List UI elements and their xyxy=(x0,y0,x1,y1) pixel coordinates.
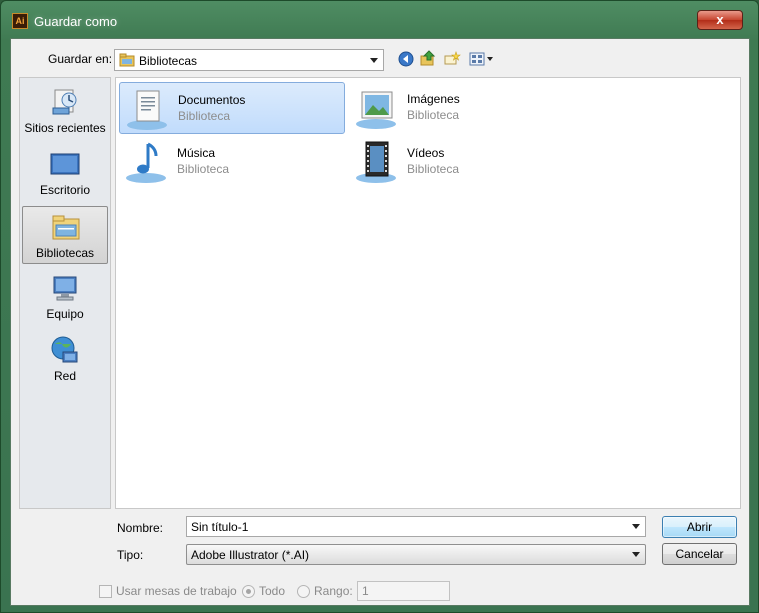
place-network-label: Red xyxy=(53,369,76,383)
place-desktop-label: Escritorio xyxy=(39,183,90,197)
close-icon: x xyxy=(716,12,724,27)
range-radio[interactable] xyxy=(297,585,310,598)
illustrator-app-icon: Ai xyxy=(12,13,28,29)
music-library-icon xyxy=(126,142,166,183)
list-item-documentos[interactable]: Documentos Biblioteca xyxy=(119,82,345,134)
save-as-dialog: Ai Guardar como x Guardar en: Biblioteca… xyxy=(0,0,759,613)
file-type-select[interactable]: Adobe Illustrator (*.AI) xyxy=(186,544,646,565)
save-in-label: Guardar en: xyxy=(48,52,113,66)
up-folder-icon[interactable] xyxy=(419,50,437,68)
place-libraries[interactable]: Bibliotecas xyxy=(22,206,108,264)
desktop-icon xyxy=(50,153,80,175)
item-name: Música xyxy=(177,146,216,160)
place-libraries-label: Bibliotecas xyxy=(35,246,95,260)
file-name-combobox[interactable]: Sin título-1 xyxy=(186,516,646,537)
dialog-client-area: Guardar en: Bibliotecas Sitios recientes… xyxy=(10,38,750,606)
list-item-musica[interactable]: Música Biblioteca xyxy=(119,136,345,188)
window-title: Guardar como xyxy=(34,14,118,29)
range-field[interactable]: 1 xyxy=(357,581,450,601)
chevron-down-icon xyxy=(632,552,640,557)
save-in-value: Bibliotecas xyxy=(139,54,198,68)
view-menu-icon[interactable] xyxy=(469,50,497,68)
libraries-icon xyxy=(52,215,80,240)
chevron-down-icon xyxy=(632,524,640,529)
file-type-value: Adobe Illustrator (*.AI) xyxy=(191,548,310,562)
network-icon xyxy=(51,336,78,363)
artboards-checkbox[interactable] xyxy=(99,585,112,598)
item-name: Imágenes xyxy=(407,92,460,106)
file-name-label: Nombre: xyxy=(117,521,164,535)
recent-places-icon xyxy=(52,89,77,115)
item-type: Biblioteca xyxy=(177,162,230,176)
all-radio[interactable] xyxy=(242,585,255,598)
videos-library-icon xyxy=(356,141,396,183)
close-button[interactable]: x xyxy=(697,10,743,30)
place-computer[interactable]: Equipo xyxy=(22,268,108,326)
documents-library-icon xyxy=(127,90,167,130)
item-type: Biblioteca xyxy=(178,109,231,123)
computer-icon xyxy=(53,276,77,301)
all-label: Todo xyxy=(259,584,286,598)
libraries-folder-icon xyxy=(119,53,135,67)
places-bar: Sitios recientes Escritorio Bibliotecas xyxy=(19,77,111,509)
new-folder-icon[interactable] xyxy=(443,50,461,68)
item-name: Vídeos xyxy=(407,146,445,160)
place-network[interactable]: Red xyxy=(22,330,108,388)
title-bar[interactable]: Ai Guardar como x xyxy=(1,1,758,37)
item-name: Documentos xyxy=(178,93,246,107)
place-recent[interactable]: Sitios recientes xyxy=(22,82,108,140)
place-computer-label: Equipo xyxy=(46,307,84,321)
chevron-down-icon xyxy=(370,58,378,63)
back-icon[interactable] xyxy=(397,50,415,68)
file-name-value: Sin título-1 xyxy=(191,520,249,534)
list-item-imagenes[interactable]: Imágenes Biblioteca xyxy=(349,82,575,134)
range-value: 1 xyxy=(362,584,369,598)
place-recent-label: Sitios recientes xyxy=(24,121,106,135)
list-item-videos[interactable]: Vídeos Biblioteca xyxy=(349,136,575,188)
open-button[interactable]: Abrir xyxy=(662,516,737,538)
place-desktop[interactable]: Escritorio xyxy=(22,144,108,202)
file-type-label: Tipo: xyxy=(117,548,144,562)
pictures-library-icon xyxy=(356,91,396,129)
file-list[interactable]: Documentos Biblioteca Imágenes Bibliotec… xyxy=(115,77,741,509)
cancel-button[interactable]: Cancelar xyxy=(662,543,737,565)
artboards-label: Usar mesas de trabajo xyxy=(116,584,237,598)
range-label: Rango: xyxy=(314,584,353,598)
item-type: Biblioteca xyxy=(407,162,460,176)
save-in-combobox[interactable]: Bibliotecas xyxy=(114,49,384,71)
item-type: Biblioteca xyxy=(407,108,460,122)
